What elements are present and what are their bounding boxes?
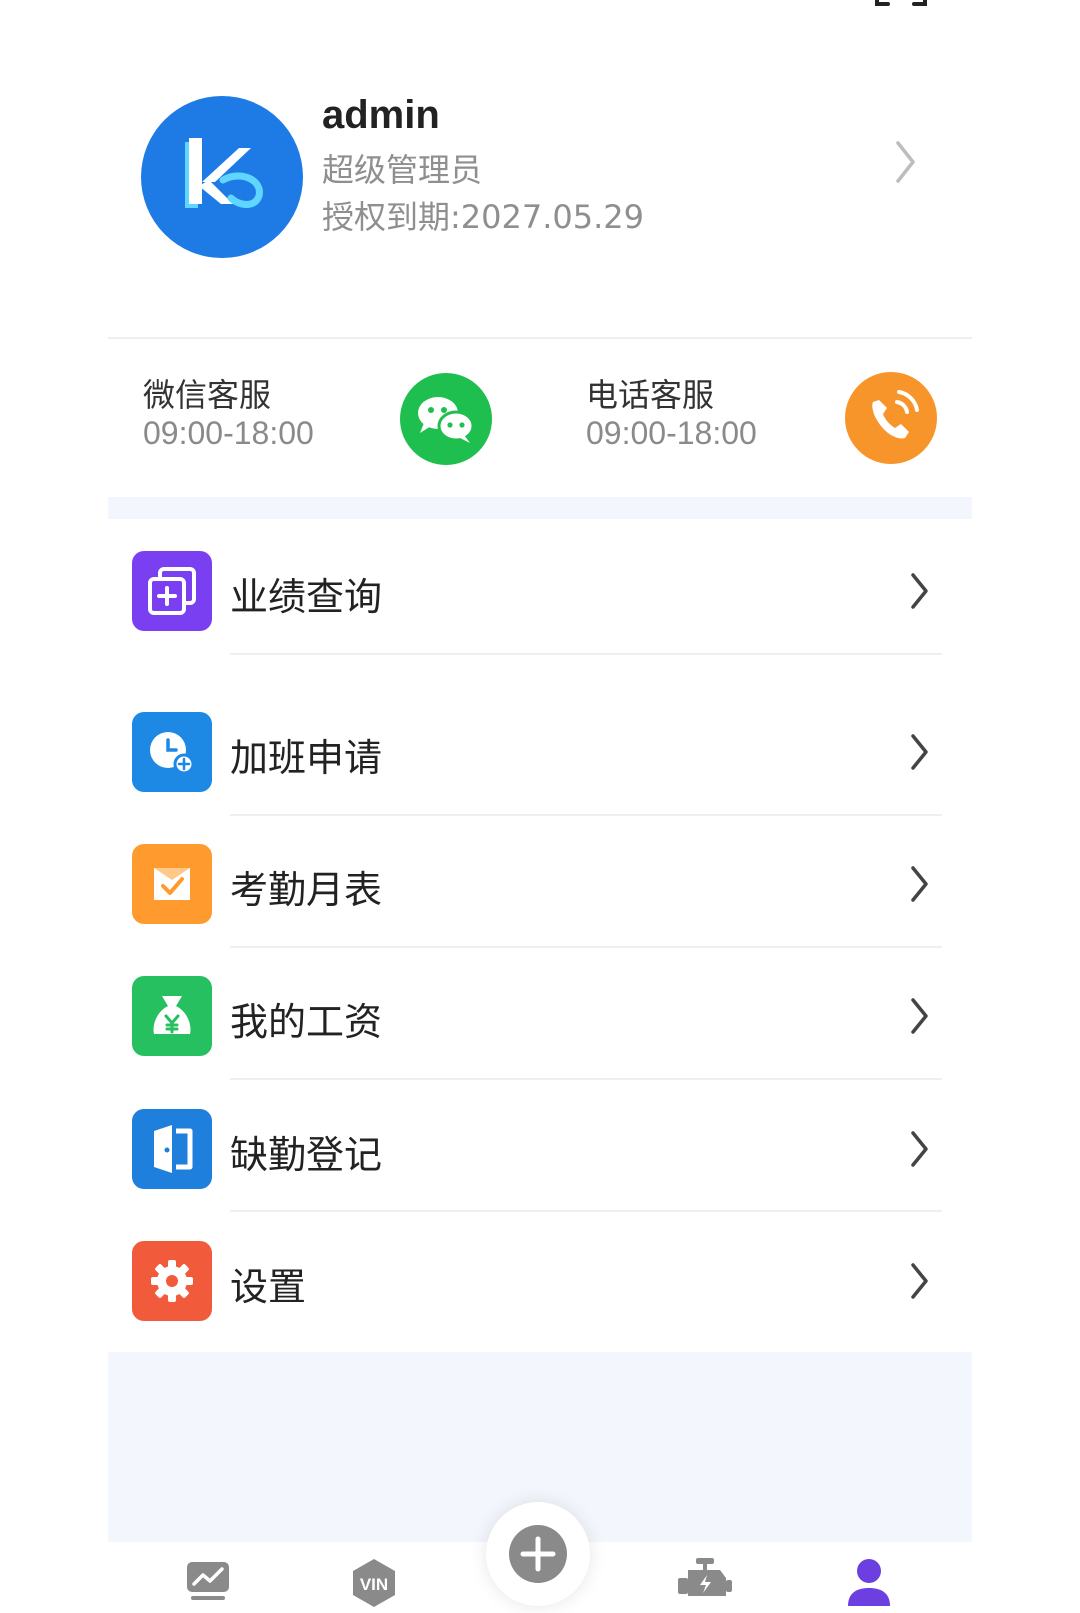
menu-item-absence[interactable]: 缺勤登记 — [108, 1104, 972, 1194]
chevron-right-icon — [911, 866, 928, 902]
chevron-right-icon — [911, 1131, 928, 1167]
divider — [230, 814, 942, 816]
plus-icon — [509, 1525, 567, 1583]
divider — [230, 653, 942, 655]
avatar[interactable] — [141, 96, 303, 258]
menu-item-performance[interactable]: 业绩查询 — [108, 546, 972, 636]
scan-icon[interactable] — [874, 0, 928, 12]
profile-chevron-right-icon[interactable] — [895, 140, 917, 184]
gear-icon — [132, 1241, 212, 1321]
engine-icon[interactable] — [676, 1556, 734, 1606]
menu-item-label: 加班申请 — [230, 736, 383, 780]
phone-service-button[interactable] — [845, 372, 937, 464]
wechat-service-title: 微信客服 — [143, 376, 272, 414]
menu-item-label: 缺勤登记 — [230, 1133, 383, 1177]
menu-item-label: 设置 — [230, 1265, 307, 1309]
menu-item-salary[interactable]: 我的工资 — [108, 971, 972, 1061]
money-bag-icon — [132, 976, 212, 1056]
divider — [230, 946, 942, 948]
menu-item-label: 业绩查询 — [230, 575, 383, 619]
user-icon[interactable] — [846, 1558, 892, 1613]
k-logo-icon — [185, 138, 263, 208]
wechat-icon — [418, 397, 475, 443]
wechat-service-hours: 09:00-18:00 — [143, 415, 314, 451]
chevron-right-icon — [911, 573, 928, 609]
chevron-right-icon — [911, 1263, 928, 1299]
attendance-check-icon — [132, 844, 212, 924]
chevron-right-icon — [911, 734, 928, 770]
user-role: 超级管理员 — [322, 151, 483, 189]
door-icon — [132, 1109, 212, 1189]
menu-item-label: 我的工资 — [230, 1000, 383, 1044]
wechat-service-button[interactable] — [400, 373, 492, 465]
phone-service-hours: 09:00-18:00 — [586, 415, 757, 451]
menu-item-settings[interactable]: 设置 — [108, 1236, 972, 1326]
phone-service-title: 电话客服 — [586, 376, 715, 414]
menu-item-overtime[interactable]: 加班申请 — [108, 707, 972, 797]
divider — [108, 337, 972, 339]
section-separator — [108, 497, 972, 519]
divider — [230, 1078, 942, 1080]
add-button[interactable] — [486, 1502, 590, 1606]
add-document-icon — [132, 551, 212, 631]
menu-item-label: 考勤月表 — [230, 868, 383, 912]
chevron-right-icon — [911, 998, 928, 1034]
phone-icon — [872, 390, 919, 439]
vin-icon[interactable]: VIN — [350, 1557, 398, 1609]
license-expiry: 授权到期:2027.05.29 — [322, 198, 645, 236]
username: admin — [322, 93, 440, 137]
clock-add-icon — [132, 712, 212, 792]
chart-icon[interactable] — [185, 1560, 231, 1602]
divider — [230, 1210, 942, 1212]
menu-item-attendance-monthly[interactable]: 考勤月表 — [108, 839, 972, 929]
vin-label: VIN — [360, 1575, 388, 1594]
